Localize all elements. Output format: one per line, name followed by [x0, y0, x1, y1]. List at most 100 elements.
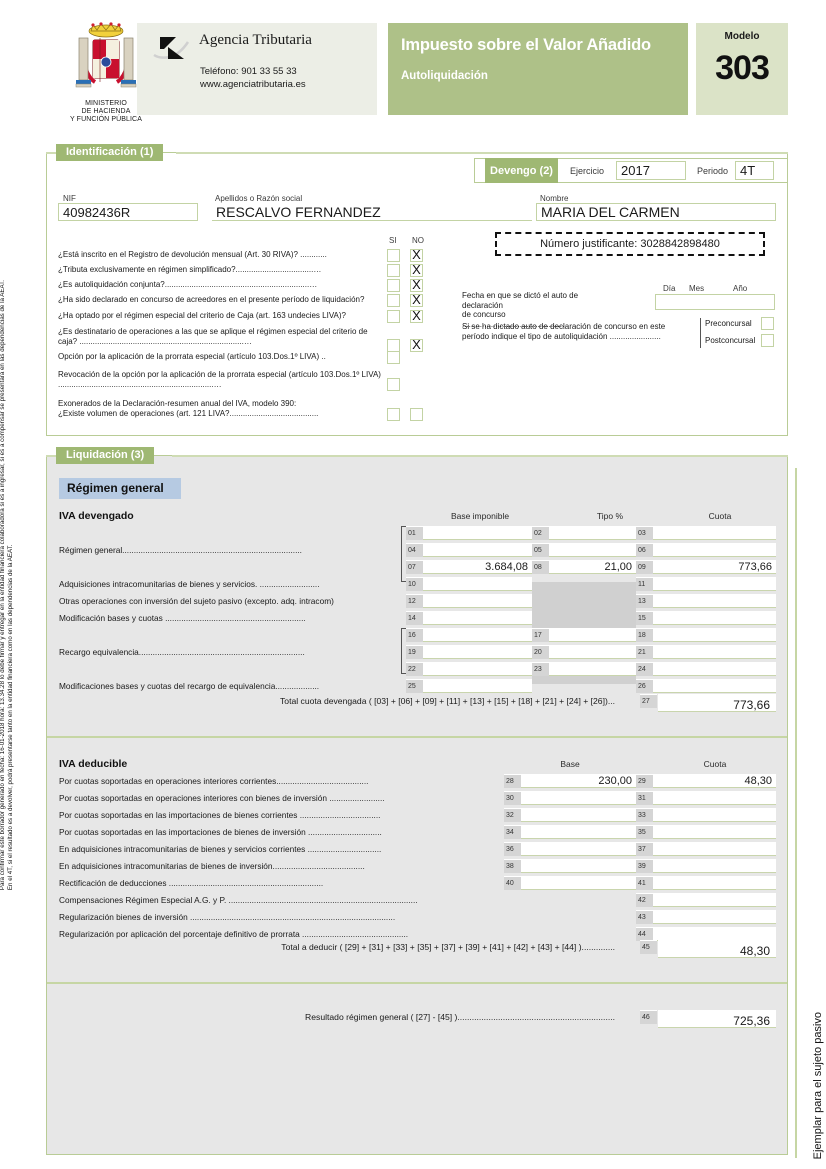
base-input[interactable]	[521, 859, 636, 873]
nif-input[interactable]: 40982436R	[58, 203, 198, 221]
col-cuota-deducible: Cuota	[703, 759, 727, 769]
box-number: 32	[504, 808, 521, 822]
cuota-input[interactable]	[653, 577, 776, 591]
iva-devengado-title: IVA devengado	[59, 510, 134, 522]
box-number: 22	[406, 662, 423, 676]
base-input[interactable]	[521, 842, 636, 856]
question-text: ¿Ha sido declarado en concurso de acreed…	[58, 295, 365, 304]
col-cuota-devengado: Cuota	[708, 511, 732, 521]
total-devengada-value[interactable]: 773,66	[658, 694, 776, 712]
deducible-row-label: Rectificación de deducciones ...........…	[59, 878, 324, 888]
base-imponible-input[interactable]	[423, 526, 532, 540]
box-number: 15	[636, 611, 653, 625]
cuota-input[interactable]: 773,66	[653, 560, 776, 574]
spain-coat-of-arms-icon	[75, 22, 137, 88]
anio-label: Año	[733, 284, 748, 293]
cuota-input[interactable]	[653, 526, 776, 540]
total-devengada-box-number: 27	[640, 694, 657, 708]
cuota-input[interactable]	[653, 842, 776, 856]
resultado-value[interactable]: 725,36	[658, 1010, 776, 1028]
base-input[interactable]	[521, 808, 636, 822]
resultado-label: Resultado régimen general ( [27] - [45] …	[305, 1012, 615, 1022]
deducible-row-label: Regularización por aplicación del porcen…	[59, 929, 409, 939]
concurso-fecha-input[interactable]	[655, 294, 775, 310]
box-number: 36	[504, 842, 521, 856]
question-text: ¿Está inscrito en el Registro de devoluc…	[58, 250, 327, 259]
tipo-input[interactable]	[549, 543, 636, 557]
box-number: 28	[504, 774, 521, 788]
agency-block: Agencia Tributaria Teléfono: 901 33 55 3…	[137, 23, 377, 115]
periodo-input[interactable]: 4T	[735, 161, 774, 180]
cuota-input[interactable]	[653, 594, 776, 608]
liq-tab-rule-left	[46, 455, 56, 457]
cuota-input[interactable]	[653, 662, 776, 676]
form-title: Impuesto sobre el Valor Añadido	[401, 36, 651, 54]
base-input[interactable]	[521, 876, 636, 890]
cuota-input[interactable]	[653, 876, 776, 890]
right-margin-rule	[795, 468, 797, 1158]
box-number: 16	[406, 628, 423, 642]
tipo-input[interactable]	[549, 628, 636, 642]
nombre-input[interactable]: MARIA DEL CARMEN	[536, 203, 776, 221]
base-imponible-input[interactable]	[423, 543, 532, 557]
cuota-input[interactable]	[653, 645, 776, 659]
question-si-value	[387, 279, 400, 292]
cuota-input[interactable]	[653, 927, 776, 941]
base-imponible-input[interactable]: 3.684,08	[423, 560, 532, 574]
apellidos-input[interactable]: RESCALVO FERNANDEZ	[212, 203, 532, 221]
question-si-value	[387, 294, 400, 307]
box-number: 24	[636, 662, 653, 676]
right-margin-note: Ejemplar para el sujeto pasivo	[812, 1011, 824, 1159]
base-input[interactable]	[521, 825, 636, 839]
total-deducir-value[interactable]: 48,30	[658, 940, 776, 958]
dia-label: Día	[663, 284, 676, 293]
ejercicio-input[interactable]: 2017	[616, 161, 686, 180]
box-number: 39	[636, 859, 653, 873]
box-number: 18	[636, 628, 653, 642]
tipo-input[interactable]	[549, 526, 636, 540]
tipo-input[interactable]	[549, 662, 636, 676]
deducible-row-label: Regularización bienes de inversión .....…	[59, 912, 396, 922]
identification-tab: Identificación (1)	[56, 144, 164, 161]
cuota-input[interactable]	[653, 679, 776, 693]
box-number: 21	[636, 645, 653, 659]
base-imponible-input[interactable]	[423, 679, 532, 693]
total-devengada-label: Total cuota devengada ( [03] + [06] + [0…	[280, 696, 615, 706]
cuota-input[interactable]	[653, 825, 776, 839]
cuota-input[interactable]	[653, 791, 776, 805]
box-number: 41	[636, 876, 653, 890]
base-imponible-input[interactable]	[423, 662, 532, 676]
cuota-input[interactable]	[653, 910, 776, 924]
cuota-input[interactable]	[653, 543, 776, 557]
base-imponible-input[interactable]	[423, 611, 532, 625]
justificante-number: Número justificante: 3028842898480	[495, 232, 765, 256]
base-imponible-input[interactable]	[423, 645, 532, 659]
liquidacion-tab: Liquidación (3)	[56, 447, 155, 464]
cuota-input[interactable]	[653, 628, 776, 642]
tipo-input[interactable]: 21,00	[549, 560, 636, 574]
form-title-block: Impuesto sobre el Valor Añadido Autoliqu…	[388, 23, 688, 115]
cuota-input[interactable]	[653, 893, 776, 907]
cuota-input[interactable]	[653, 859, 776, 873]
box-number: 02	[532, 526, 549, 540]
cuota-input[interactable]	[653, 611, 776, 625]
base-input[interactable]: 230,00	[521, 774, 636, 788]
tipo-input[interactable]	[549, 645, 636, 659]
agency-website: www.agenciatributaria.es	[200, 79, 306, 90]
base-input[interactable]	[521, 791, 636, 805]
base-imponible-input[interactable]	[423, 577, 532, 591]
base-imponible-input[interactable]	[423, 594, 532, 608]
base-imponible-input[interactable]	[423, 628, 532, 642]
box-number: 33	[636, 808, 653, 822]
devengado-row-label: Otras operaciones con inversión del suje…	[59, 596, 334, 606]
cuota-input[interactable]	[653, 808, 776, 822]
agency-phone: Teléfono: 901 33 55 33	[200, 66, 297, 77]
box-number: 17	[532, 628, 549, 642]
left-margin-note: Para confirmar este borrador generado en…	[0, 280, 14, 891]
cuota-input[interactable]: 48,30	[653, 774, 776, 788]
box-number: 43	[636, 910, 653, 924]
box-number: 30	[504, 791, 521, 805]
question-si-value	[387, 378, 400, 391]
box-number: 03	[636, 526, 653, 540]
box-number: 01	[406, 526, 423, 540]
